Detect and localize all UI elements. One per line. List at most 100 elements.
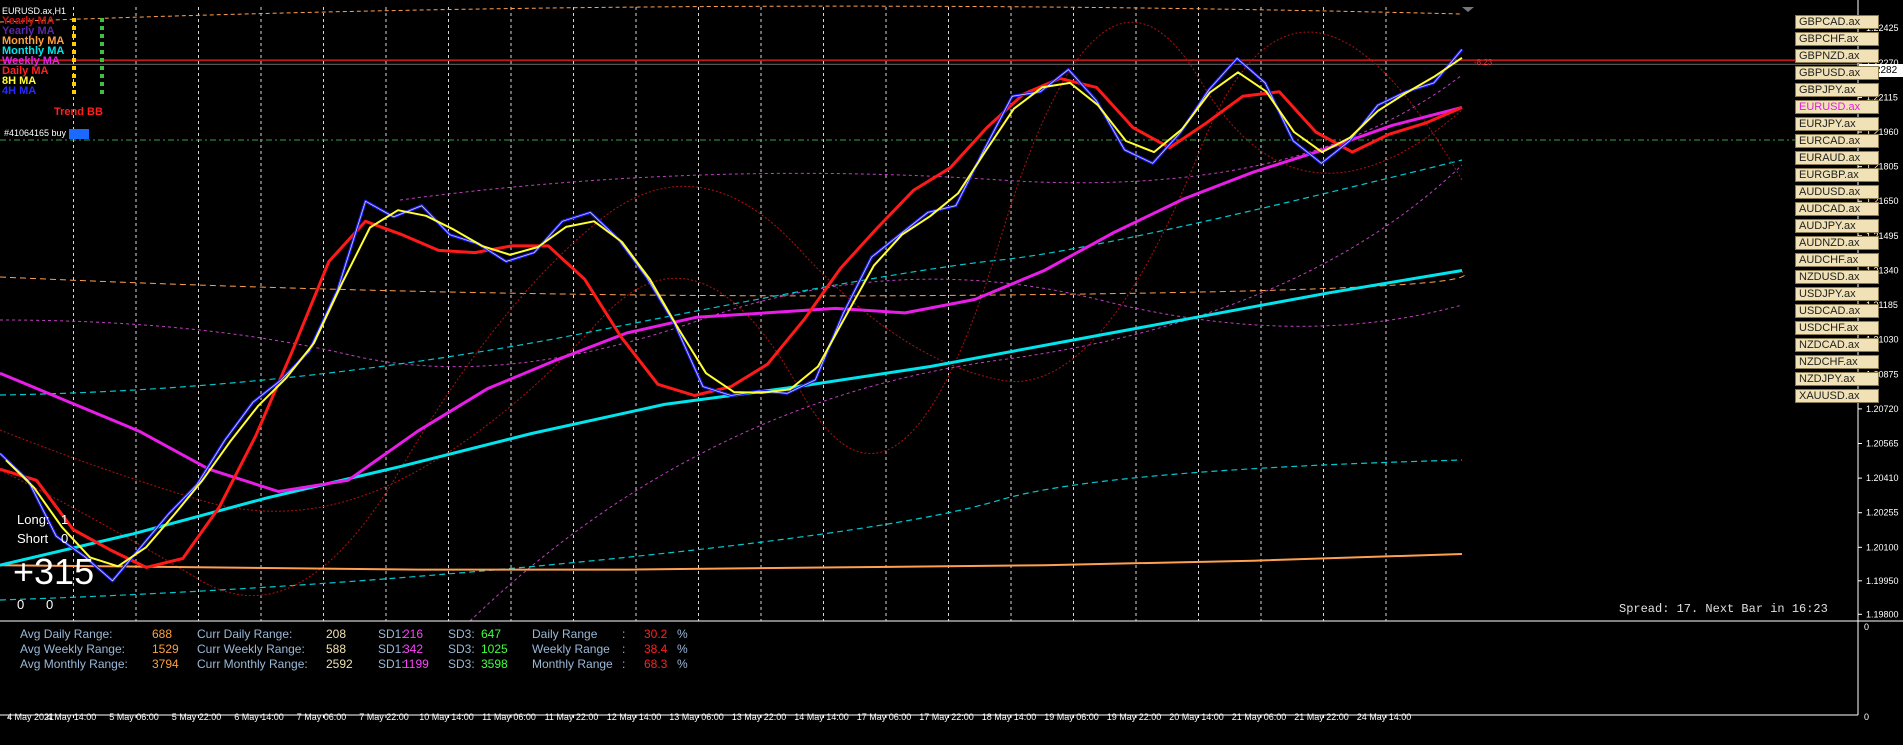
monthly-upper-envelope — [0, 159, 1463, 396]
order-arrow-icon — [68, 128, 89, 139]
curr-monthly-label: Curr Monthly Range: — [197, 657, 308, 671]
pair-button[interactable]: NZDJPY.ax — [1795, 372, 1879, 386]
curr-weekly-value: 588 — [326, 642, 347, 656]
pair-button[interactable]: GBPJPY.ax — [1795, 83, 1879, 97]
x-tick-label: 18 May 14:00 — [982, 712, 1037, 722]
avg-weekly-label: Avg Weekly Range: — [20, 642, 125, 656]
x-tick-label: 21 May 06:00 — [1232, 712, 1287, 722]
x-tick-label: 11 May 22:00 — [545, 712, 599, 722]
monthly-range-label: Monthly Range — [532, 657, 613, 671]
legend-dot — [100, 74, 104, 78]
pair-button[interactable]: NZDUSD.ax — [1795, 270, 1879, 284]
chart-root: 4 May 2021 4 May 14:00 5 May 06:00 5 May 22… — [0, 0, 1903, 745]
pair-button[interactable]: EURUSD.ax — [1795, 100, 1879, 114]
legend-dot — [100, 42, 104, 46]
pct-weekly-value: 38.4 — [644, 642, 668, 656]
sd3-daily-value: 647 — [481, 627, 502, 641]
legend-dot — [72, 50, 76, 54]
yearly-upper-band — [0, 5, 1463, 23]
sd1-daily-label: SD1: — [378, 627, 405, 641]
pair-button[interactable]: GBPUSD.ax — [1795, 66, 1879, 80]
pair-button[interactable]: AUDJPY.ax — [1795, 219, 1879, 233]
x-tick-label: 5 May 22:00 — [172, 712, 222, 722]
x-tick-label: 13 May 06:00 — [669, 712, 724, 722]
x-tick-label: 7 May 22:00 — [359, 712, 409, 722]
legend-dot — [100, 90, 104, 94]
weekly-lower-band — [469, 164, 1463, 622]
y-tick-label: 1.20100 — [1866, 542, 1899, 552]
weekly-ma-line — [0, 106, 1463, 493]
x-tick-label: 13 May 22:00 — [732, 712, 787, 722]
pair-button[interactable]: EURAUD.ax — [1795, 151, 1879, 165]
pair-button[interactable]: NZDCAD.ax — [1795, 338, 1879, 352]
pair-button[interactable]: AUDNZD.ax — [1795, 236, 1879, 250]
legend-dot — [100, 82, 104, 86]
legend-dot — [100, 34, 104, 38]
x-tick-label: 12 May 14:00 — [607, 712, 662, 722]
pair-button[interactable]: GBPCAD.ax — [1795, 15, 1879, 29]
pair-button[interactable]: USDJPY.ax — [1795, 287, 1879, 301]
trend-bb-label: Trend BB — [54, 106, 103, 118]
series-lines — [0, 48, 1464, 583]
y-tick-label: 1.20410 — [1866, 473, 1899, 483]
legend-entry: 4H MA — [2, 85, 37, 97]
subwindow-bottom-label: 0 — [1864, 712, 1870, 722]
legend-dot — [72, 90, 76, 94]
legend-dot — [72, 66, 76, 70]
pair-button[interactable]: EURCAD.ax — [1795, 134, 1879, 148]
pct-sign-daily: % — [677, 627, 688, 641]
pair-button[interactable]: XAUUSD.ax — [1795, 389, 1879, 403]
x-tick-label: 21 May 22:00 — [1294, 712, 1349, 722]
legend-dot — [72, 42, 76, 46]
colon-weekly: : — [622, 642, 626, 656]
legend-dot — [100, 26, 104, 30]
yearly-ma-line — [0, 553, 1463, 571]
legend-dot — [72, 34, 76, 38]
x-tick-label: 14 May 14:00 — [794, 712, 849, 722]
daily-range-label: Daily Range — [532, 627, 598, 641]
bands — [0, 5, 1858, 622]
pct-sign-weekly: % — [677, 642, 688, 656]
x-tick-label: 19 May 22:00 — [1107, 712, 1162, 722]
sd3-monthly-label: SD3: — [448, 657, 475, 671]
ma-8h-line — [5, 56, 1463, 568]
avg-monthly-value: 3794 — [152, 657, 179, 671]
monthly-band — [0, 271, 1466, 297]
pair-button[interactable]: GBPNZD.ax — [1795, 49, 1879, 63]
y-tick-label: 1.20720 — [1866, 404, 1899, 414]
x-tick-label: 19 May 06:00 — [1044, 712, 1099, 722]
y-tick-label: 1.19800 — [1866, 609, 1899, 619]
short-label: Short — [17, 531, 49, 546]
x-tick-label: 10 May 14:00 — [419, 712, 474, 722]
trend-bb-line — [0, 76, 1463, 569]
pair-button[interactable]: USDCHF.ax — [1795, 321, 1879, 335]
pair-button[interactable]: GBPCHF.ax — [1795, 32, 1879, 46]
pair-button[interactable]: AUDCAD.ax — [1795, 202, 1879, 216]
avg-weekly-value: 1529 — [152, 642, 179, 656]
pair-button[interactable]: EURGBP.ax — [1795, 168, 1879, 182]
order-text: #41064165 buy — [4, 128, 67, 138]
sd3-weekly-label: SD3: — [448, 642, 475, 656]
x-tick-label: 17 May 22:00 — [919, 712, 974, 722]
pair-button[interactable]: USDCAD.ax — [1795, 304, 1879, 318]
pair-button[interactable]: AUDCHF.ax — [1795, 253, 1879, 267]
sd3-weekly-value: 1025 — [481, 642, 508, 656]
curr-weekly-label: Curr Weekly Range: — [197, 642, 305, 656]
curr-monthly-value: 2592 — [326, 657, 353, 671]
pair-button[interactable]: EURJPY.ax — [1795, 117, 1879, 131]
x-tick-label: 7 May 06:00 — [297, 712, 347, 722]
sd3-monthly-value: 3598 — [481, 657, 508, 671]
weekly-upper-band — [0, 278, 1463, 368]
sd1-monthly-value: 1199 — [403, 657, 429, 671]
legend-dot — [72, 58, 76, 62]
sd3-daily-label: SD3: — [448, 627, 475, 641]
x-tick-label: 4 May 14:00 — [47, 712, 97, 722]
avg-daily-value: 688 — [152, 627, 173, 641]
pair-button[interactable]: AUDUSD.ax — [1795, 185, 1879, 199]
order-label[interactable]: #41064165 buy — [4, 128, 89, 139]
weekly-range-label: Weekly Range — [532, 642, 610, 656]
spread-text: Spread: 17. Next Bar in 16:23 — [1619, 602, 1828, 616]
pair-button[interactable]: NZDCHF.ax — [1795, 355, 1879, 369]
shift-marker-icon — [1462, 7, 1474, 12]
legend-dot — [72, 26, 76, 30]
